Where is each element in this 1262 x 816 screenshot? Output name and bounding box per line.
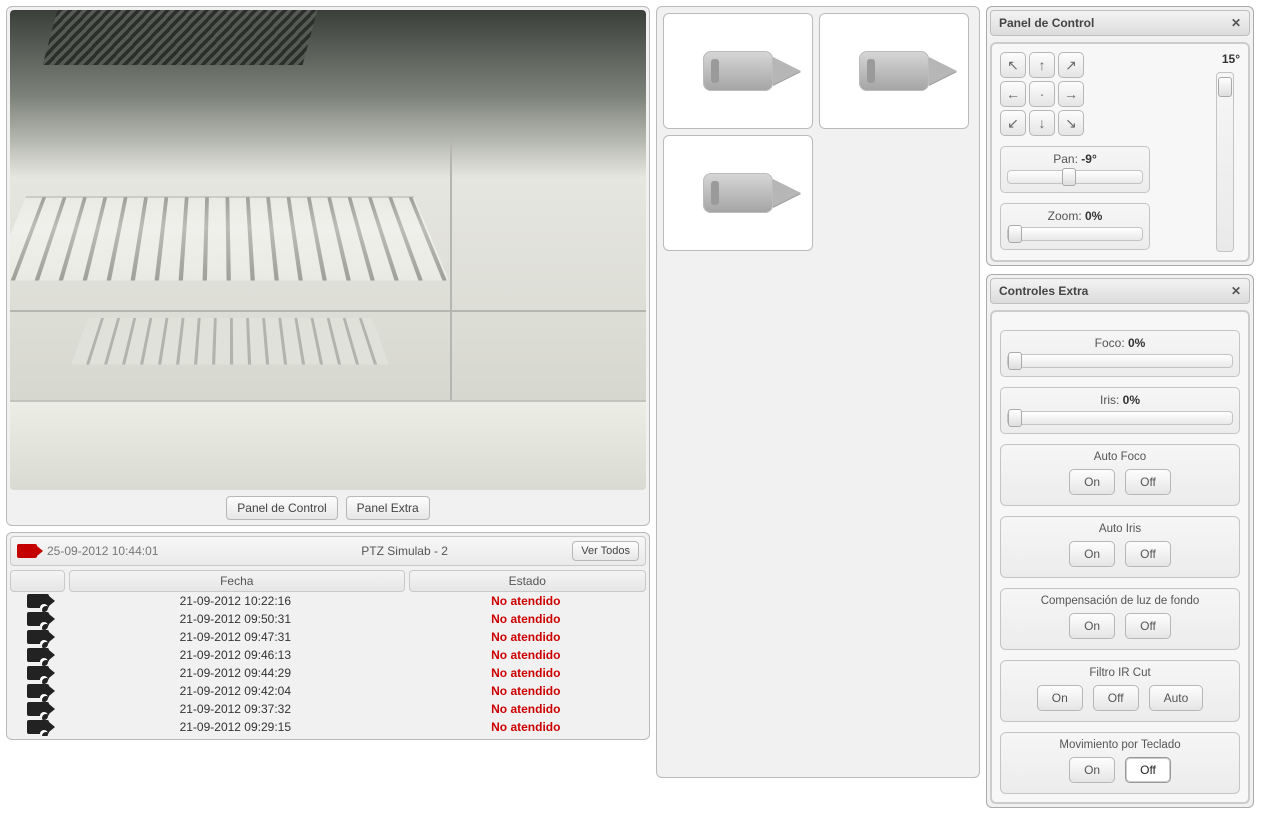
- extra-controls-title: Controles Extra: [999, 284, 1088, 298]
- toggle-extra-panel-button[interactable]: Panel Extra: [346, 496, 430, 520]
- event-date: 21-09-2012 10:22:16: [65, 594, 406, 608]
- tilt-value: 15°: [1222, 52, 1240, 66]
- event-status: No atendido: [406, 630, 646, 644]
- ptz-up-right-button[interactable]: ↗: [1058, 52, 1084, 78]
- keyboard-off-button[interactable]: Off: [1125, 757, 1171, 783]
- event-date: 21-09-2012 09:42:04: [65, 684, 406, 698]
- camera-event-icon: [10, 684, 65, 698]
- camera-icon: [859, 51, 929, 91]
- auto-iris-label: Auto Iris: [1009, 523, 1231, 535]
- event-date: 21-09-2012 09:37:32: [65, 702, 406, 716]
- camera-event-icon: [10, 720, 65, 734]
- control-panel-title: Panel de Control: [999, 16, 1094, 30]
- event-status: No atendido: [406, 702, 646, 716]
- event-row[interactable]: 21-09-2012 09:29:15No atendido: [10, 718, 646, 736]
- auto-focus-on-button[interactable]: On: [1069, 469, 1115, 495]
- extra-controls-panel: Controles Extra ✕ Foco: 0% Iris: 0%: [986, 274, 1254, 808]
- ptz-down-right-button[interactable]: ↘: [1058, 110, 1084, 136]
- events-header-camera-name: PTZ Simulab - 2: [247, 544, 562, 558]
- camera-event-icon: [10, 702, 65, 716]
- keyboard-move-label: Movimiento por Teclado: [1009, 739, 1231, 751]
- toggle-control-panel-button[interactable]: Panel de Control: [226, 496, 337, 520]
- event-date: 21-09-2012 09:47:31: [65, 630, 406, 644]
- auto-focus-label: Auto Foco: [1009, 451, 1231, 463]
- camera-icon: [703, 173, 773, 213]
- focus-label: Foco: 0%: [1007, 336, 1233, 350]
- event-status: No atendido: [406, 594, 646, 608]
- camera-thumbnail-grid: [656, 6, 980, 778]
- ptz-center-button[interactable]: ·: [1029, 81, 1055, 107]
- event-row[interactable]: 21-09-2012 09:47:31No atendido: [10, 628, 646, 646]
- ptz-down-button[interactable]: ↓: [1029, 110, 1055, 136]
- camera-thumbnail[interactable]: [663, 135, 813, 251]
- ptz-left-button[interactable]: ←: [1000, 81, 1026, 107]
- ptz-arrow-pad: ↖ ↑ ↗ ← · → ↙ ↓ ↘: [1000, 52, 1150, 136]
- camera-icon: [703, 51, 773, 91]
- auto-iris-off-button[interactable]: Off: [1125, 541, 1171, 567]
- zoom-label: Zoom: 0%: [1007, 209, 1143, 223]
- camera-thumbnail[interactable]: [819, 13, 969, 129]
- event-status: No atendido: [406, 666, 646, 680]
- ptz-up-left-button[interactable]: ↖: [1000, 52, 1026, 78]
- ircut-auto-button[interactable]: Auto: [1149, 685, 1204, 711]
- ircut-on-button[interactable]: On: [1037, 685, 1083, 711]
- main-video-feed[interactable]: [10, 10, 646, 490]
- tilt-slider[interactable]: [1216, 72, 1234, 252]
- event-row[interactable]: 21-09-2012 09:50:31No atendido: [10, 610, 646, 628]
- event-row[interactable]: 21-09-2012 09:46:13No atendido: [10, 646, 646, 664]
- camera-event-icon: [10, 666, 65, 680]
- backlight-comp-label: Compensación de luz de fondo: [1009, 595, 1231, 607]
- ircut-off-button[interactable]: Off: [1093, 685, 1139, 711]
- pan-slider[interactable]: [1007, 170, 1143, 184]
- event-status: No atendido: [406, 720, 646, 734]
- auto-iris-on-button[interactable]: On: [1069, 541, 1115, 567]
- auto-focus-off-button[interactable]: Off: [1125, 469, 1171, 495]
- iris-label: Iris: 0%: [1007, 393, 1233, 407]
- event-date: 21-09-2012 09:44:29: [65, 666, 406, 680]
- event-row[interactable]: 21-09-2012 09:42:04No atendido: [10, 682, 646, 700]
- camera-thumbnail[interactable]: [663, 13, 813, 129]
- events-col-date: Fecha: [69, 570, 405, 592]
- keyboard-on-button[interactable]: On: [1069, 757, 1115, 783]
- camera-event-icon: [10, 630, 65, 644]
- close-icon[interactable]: ✕: [1231, 16, 1241, 30]
- ptz-down-left-button[interactable]: ↙: [1000, 110, 1026, 136]
- camera-event-icon: [10, 612, 65, 626]
- control-panel: Panel de Control ✕ ↖ ↑ ↗ ← · → ↙: [986, 6, 1254, 266]
- zoom-slider[interactable]: [1007, 227, 1143, 241]
- events-col-icon: [10, 570, 65, 592]
- event-date: 21-09-2012 09:46:13: [65, 648, 406, 662]
- events-panel: 25-09-2012 10:44:01 PTZ Simulab - 2 Ver …: [6, 532, 650, 740]
- ircut-label: Filtro IR Cut: [1009, 667, 1231, 679]
- event-row[interactable]: 21-09-2012 09:37:32No atendido: [10, 700, 646, 718]
- iris-slider[interactable]: [1007, 411, 1233, 425]
- view-all-button[interactable]: Ver Todos: [572, 541, 639, 561]
- event-date: 21-09-2012 09:50:31: [65, 612, 406, 626]
- backlight-on-button[interactable]: On: [1069, 613, 1115, 639]
- focus-slider[interactable]: [1007, 354, 1233, 368]
- event-status: No atendido: [406, 648, 646, 662]
- backlight-off-button[interactable]: Off: [1125, 613, 1171, 639]
- event-row[interactable]: 21-09-2012 09:44:29No atendido: [10, 664, 646, 682]
- camera-event-icon: [10, 594, 65, 608]
- ptz-up-button[interactable]: ↑: [1029, 52, 1055, 78]
- event-status: No atendido: [406, 612, 646, 626]
- ptz-right-button[interactable]: →: [1058, 81, 1084, 107]
- camera-event-icon: [10, 648, 65, 662]
- main-video-panel: Panel de Control Panel Extra: [6, 6, 650, 526]
- close-icon[interactable]: ✕: [1231, 284, 1241, 298]
- events-col-state: Estado: [409, 570, 646, 592]
- events-header-timestamp: 25-09-2012 10:44:01: [47, 544, 237, 558]
- event-row[interactable]: 21-09-2012 10:22:16No atendido: [10, 592, 646, 610]
- event-status: No atendido: [406, 684, 646, 698]
- camera-alert-icon: [17, 544, 37, 558]
- event-date: 21-09-2012 09:29:15: [65, 720, 406, 734]
- pan-label: Pan: -9°: [1007, 152, 1143, 166]
